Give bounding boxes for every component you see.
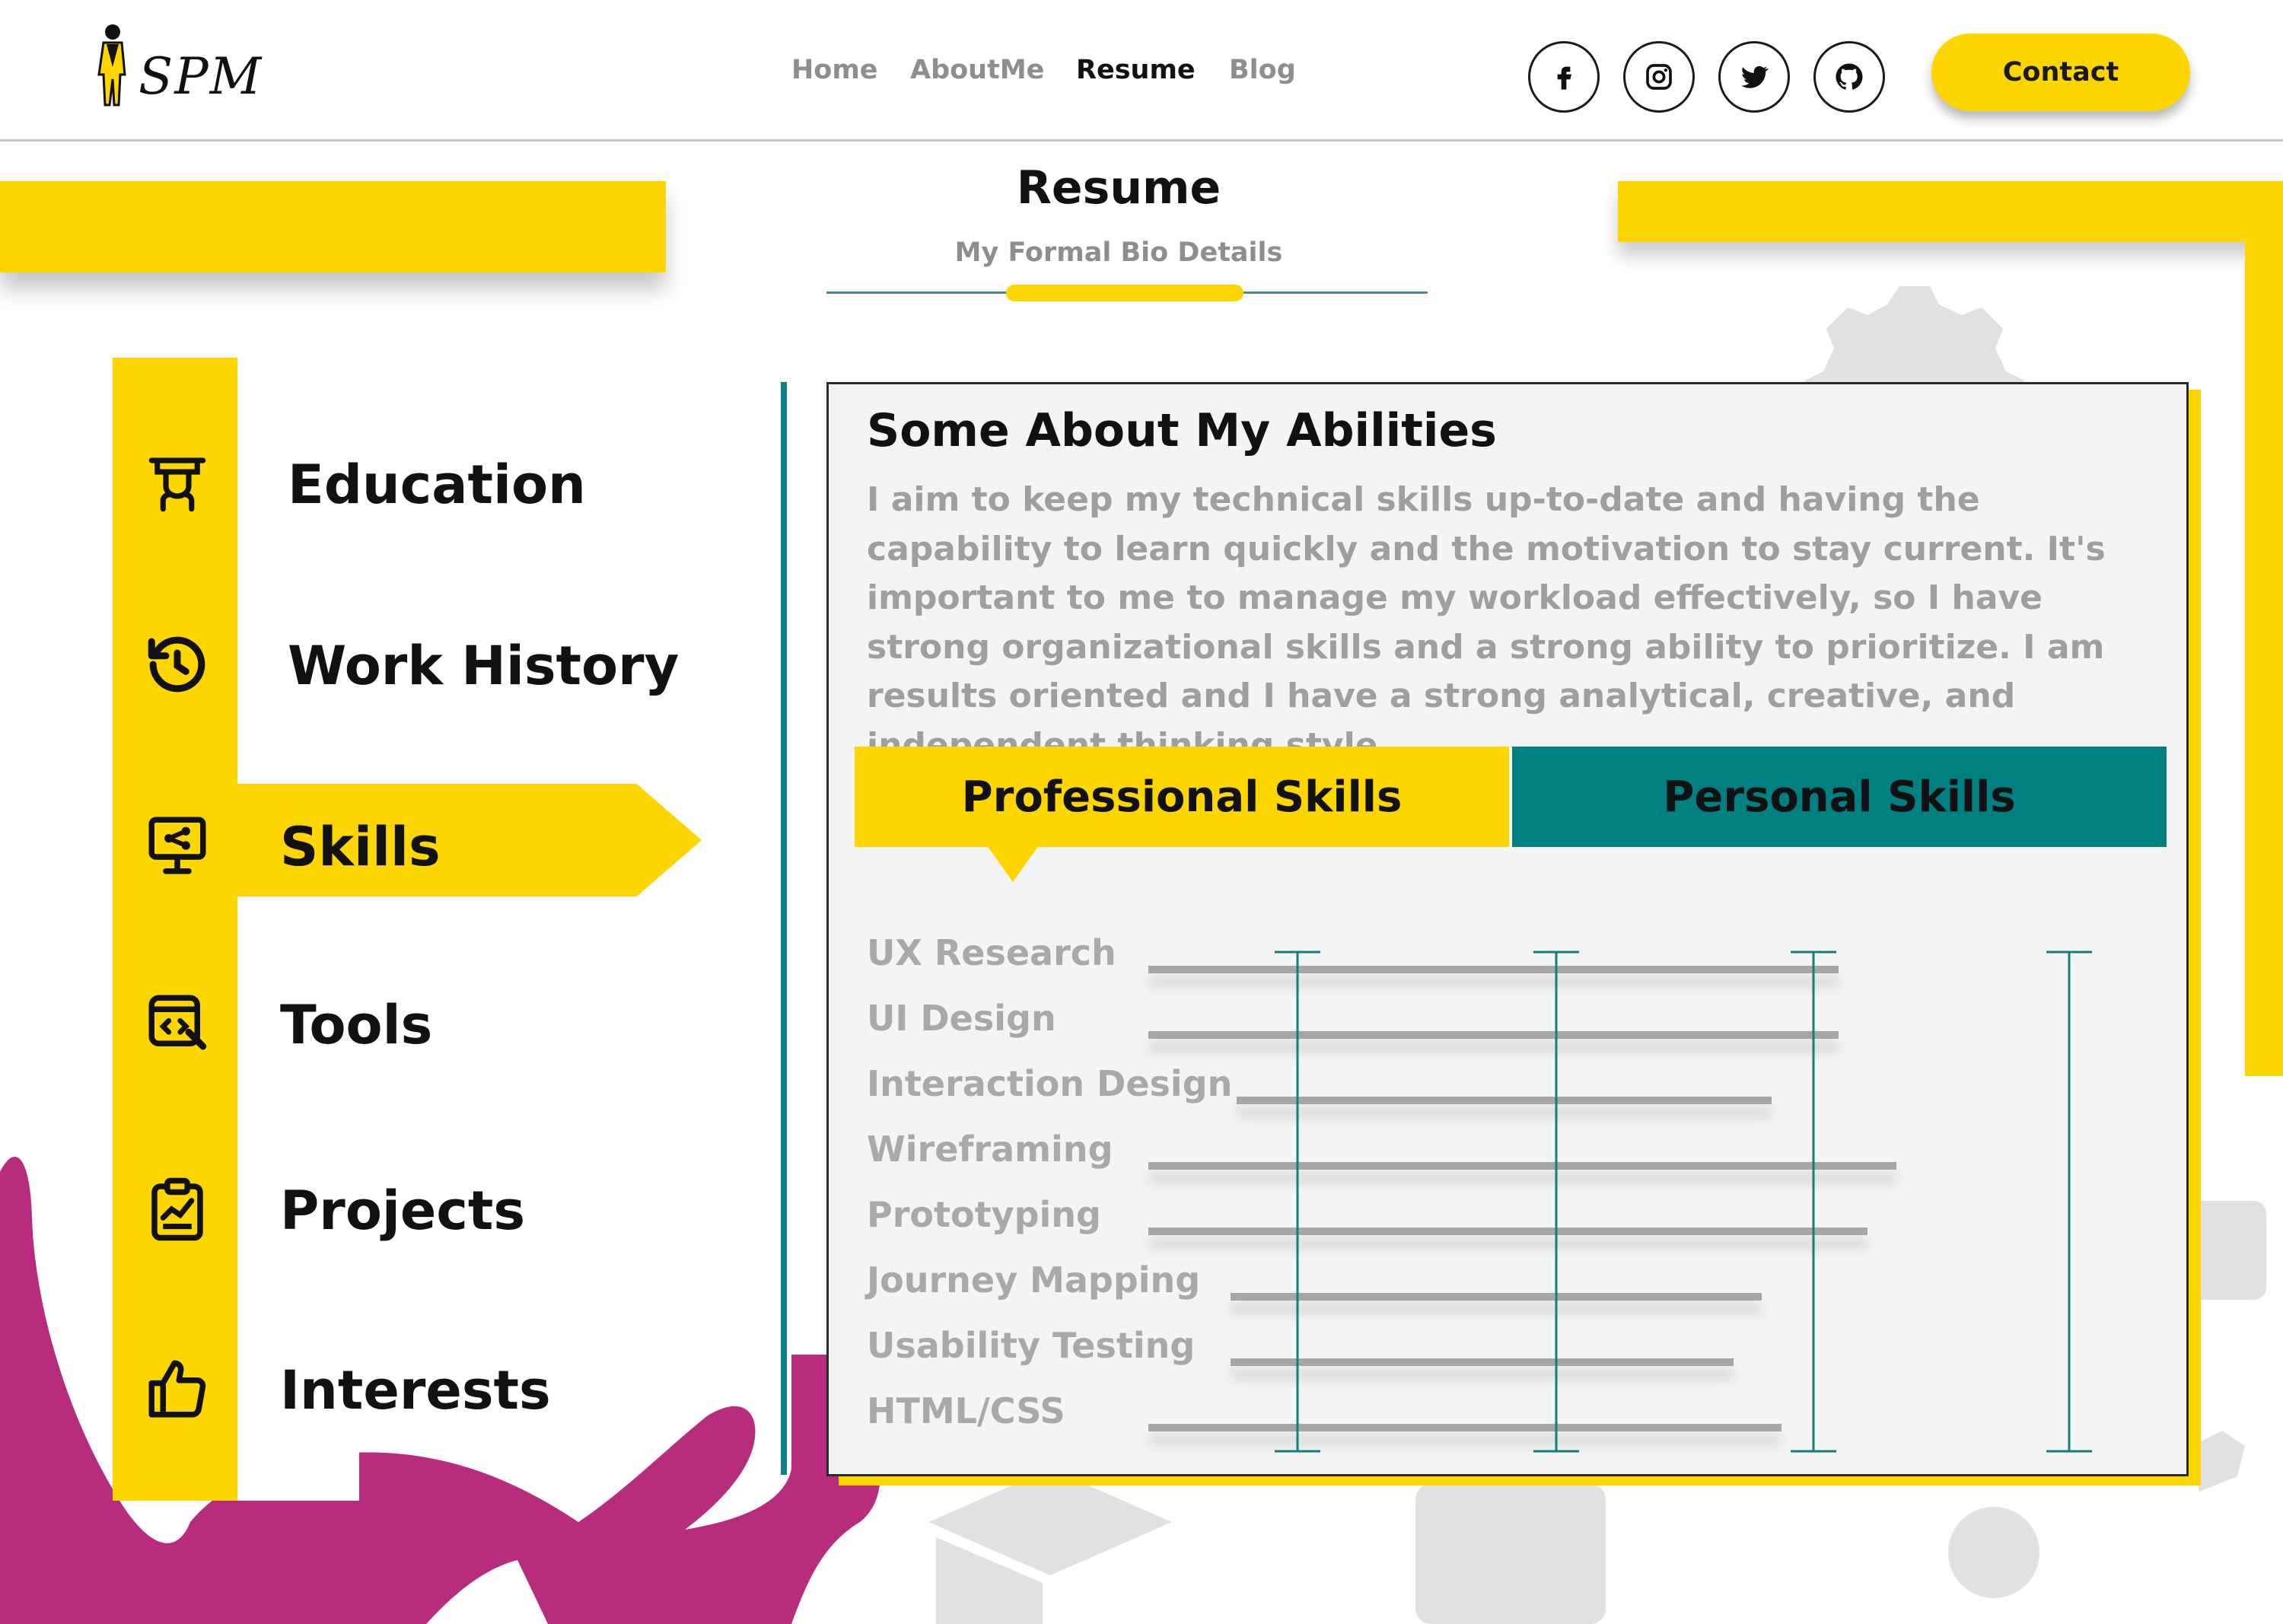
scale-marker (1275, 951, 1320, 1453)
sidebar-item-label: Education (288, 454, 586, 516)
skill-label: Interaction Design (867, 1063, 1233, 1104)
brand-logo[interactable]: SPM (90, 21, 272, 113)
decorative-yellow-band-left (0, 181, 666, 272)
box-bg-icon (928, 1469, 1172, 1624)
skill-label: Prototyping (867, 1194, 1101, 1235)
page-title: Resume (1016, 161, 1221, 215)
history-icon (148, 636, 205, 693)
nav-resume[interactable]: Resume (1053, 55, 1218, 85)
sidebar-item-label: Work History (288, 635, 680, 697)
education-icon (148, 457, 206, 512)
skill-label: UX Research (867, 932, 1116, 973)
nav-blog[interactable]: Blog (1229, 55, 1296, 85)
sidebar-item-work-history[interactable]: Work History (113, 604, 706, 717)
skill-level-bar (1231, 1293, 1762, 1301)
skill-level-bar (1148, 966, 1839, 973)
clipboard-chart-icon (151, 1177, 203, 1241)
contact-button[interactable]: Contact (1931, 33, 2190, 111)
active-tab-pointer (987, 845, 1039, 882)
abilities-card: Some About My Abilities I aim to keep my… (826, 382, 2189, 1476)
sidebar-item-label: Projects (280, 1180, 526, 1242)
twitter-link[interactable] (1718, 41, 1790, 113)
skill-label: Wireframing (867, 1129, 1113, 1170)
skill-level-bar (1231, 1358, 1734, 1366)
nav-aboutme[interactable]: AboutMe (910, 55, 1044, 85)
skill-label: UI Design (867, 998, 1056, 1039)
page-subtitle: My Formal Bio Details (954, 237, 1283, 268)
nav-home[interactable]: Home (791, 55, 878, 85)
abilities-text: I aim to keep my technical skills up-to-… (867, 480, 2106, 765)
sidebar-item-label: Interests (280, 1359, 551, 1422)
top-nav-bar: SPM Home AboutMe Resume Blog Contact (0, 0, 2283, 142)
sidebar-item-projects[interactable]: Projects (113, 1149, 706, 1262)
skill-label: Usability Testing (867, 1325, 1196, 1366)
sidebar-item-interests[interactable]: Interests (113, 1329, 706, 1441)
skill-level-bar (1237, 1097, 1772, 1104)
thumbs-up-icon (148, 1360, 206, 1418)
skill-label: HTML/CSS (867, 1390, 1065, 1431)
decorative-yellow-band-right (1618, 181, 2283, 242)
sidebar-item-skills[interactable]: Skills (113, 785, 706, 898)
abilities-title: Some About My Abilities (867, 404, 1497, 457)
sidebar-item-education[interactable]: Education (113, 423, 706, 536)
sidebar-item-label: Tools (280, 994, 433, 1056)
scale-marker (1533, 951, 1579, 1453)
twitter-icon (1741, 65, 1769, 88)
skill-level-bar (1148, 1424, 1782, 1431)
instagram-icon (1646, 64, 1672, 90)
skill-label: Journey Mapping (867, 1259, 1201, 1301)
facebook-icon (1557, 66, 1571, 90)
sidebar-item-label: Skills (280, 816, 441, 878)
title-divider-accent (1006, 285, 1243, 301)
github-link[interactable] (1813, 41, 1885, 113)
code-tools-icon (148, 995, 207, 1050)
sidebar-item-tools[interactable]: Tools (113, 963, 706, 1076)
skill-level-bar (1148, 1228, 1867, 1235)
scale-marker (2046, 951, 2092, 1453)
skill-level-bar (1148, 1031, 1839, 1039)
man-silhouette-icon (97, 24, 126, 107)
tab-professional-skills[interactable]: Professional Skills (855, 747, 1509, 847)
instagram-link[interactable] (1623, 41, 1695, 113)
logo-text: SPM (139, 47, 263, 106)
clock-bg-icon (1948, 1507, 2039, 1598)
github-icon (1836, 63, 1863, 90)
presentation-icon (148, 817, 206, 874)
decorative-yellow-band-right-side (2245, 242, 2283, 1076)
facebook-link[interactable] (1528, 41, 1600, 113)
tab-personal-skills[interactable]: Personal Skills (1512, 747, 2167, 847)
scale-marker (1791, 951, 1836, 1453)
share-bg-icon (1415, 1484, 1606, 1624)
sidebar-divider (781, 382, 787, 1475)
skill-level-bar (1148, 1162, 1896, 1170)
